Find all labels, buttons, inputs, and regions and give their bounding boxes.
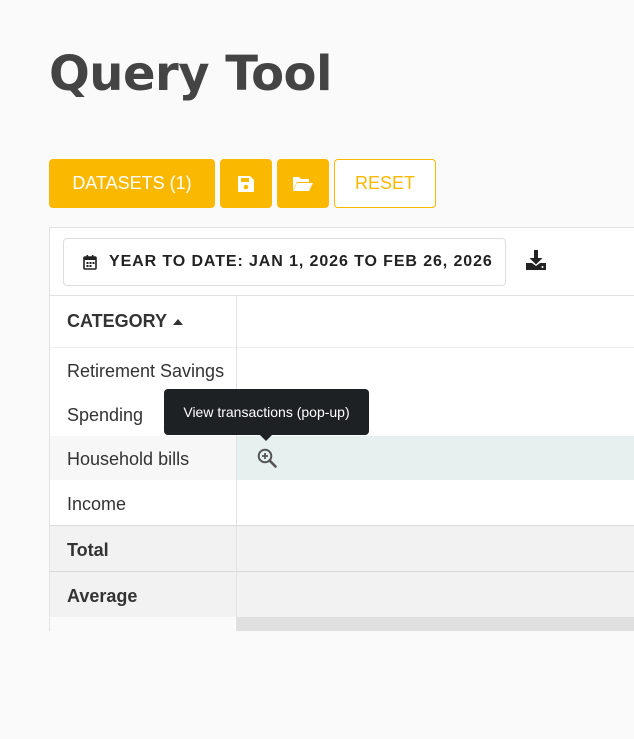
datasets-button[interactable]: DATASETS (1)	[49, 159, 215, 208]
table-row: Household bills	[50, 436, 634, 480]
table-summary-row: Average	[50, 572, 634, 617]
row-label: Retirement Savings	[67, 361, 225, 381]
row-label: Spending	[67, 405, 144, 425]
download-button[interactable]	[525, 249, 547, 276]
table-row: Income	[50, 480, 634, 525]
calendar-icon	[83, 254, 97, 270]
table-summary-row: Total	[50, 525, 634, 572]
reset-button-label: RESET	[354, 173, 415, 193]
row-label: Income	[67, 494, 127, 514]
folder-open-icon	[293, 176, 313, 191]
open-button[interactable]	[277, 159, 329, 208]
category-column-header[interactable]: CATEGORY	[67, 311, 184, 332]
save-button[interactable]	[220, 159, 272, 208]
horizontal-scrollbar[interactable]	[237, 617, 634, 631]
view-transactions-button[interactable]	[257, 448, 277, 473]
row-label: Household bills	[67, 449, 190, 469]
reset-button[interactable]: RESET	[334, 159, 436, 208]
save-icon	[238, 175, 254, 192]
zoom-in-icon	[257, 448, 277, 468]
date-range-label: YEAR TO DATE: JAN 1, 2026 TO FEB 26, 202…	[109, 253, 493, 270]
table-footer-strip	[50, 617, 634, 631]
date-range-button[interactable]: YEAR TO DATE: JAN 1, 2026 TO FEB 26, 202…	[63, 238, 506, 286]
summary-label: Total	[67, 540, 109, 560]
row-hover-highlight	[237, 436, 634, 480]
datasets-button-label: DATASETS (1)	[72, 173, 192, 193]
tooltip: View transactions (pop-up)	[164, 389, 369, 435]
page-title: Query Tool	[49, 46, 332, 102]
summary-label: Average	[67, 586, 138, 606]
tooltip-text: View transactions (pop-up)	[183, 404, 350, 420]
footer-strip-left	[50, 617, 236, 631]
table-row: Retirement Savings	[50, 348, 634, 392]
query-panel: YEAR TO DATE: JAN 1, 2026 TO FEB 26, 202…	[49, 227, 634, 631]
tooltip-arrow	[259, 434, 273, 441]
category-header-label: CATEGORY	[67, 311, 168, 331]
download-icon	[526, 250, 546, 270]
table-header-row: CATEGORY	[50, 296, 634, 347]
column-divider	[236, 296, 237, 631]
caret-up-icon	[173, 318, 184, 325]
